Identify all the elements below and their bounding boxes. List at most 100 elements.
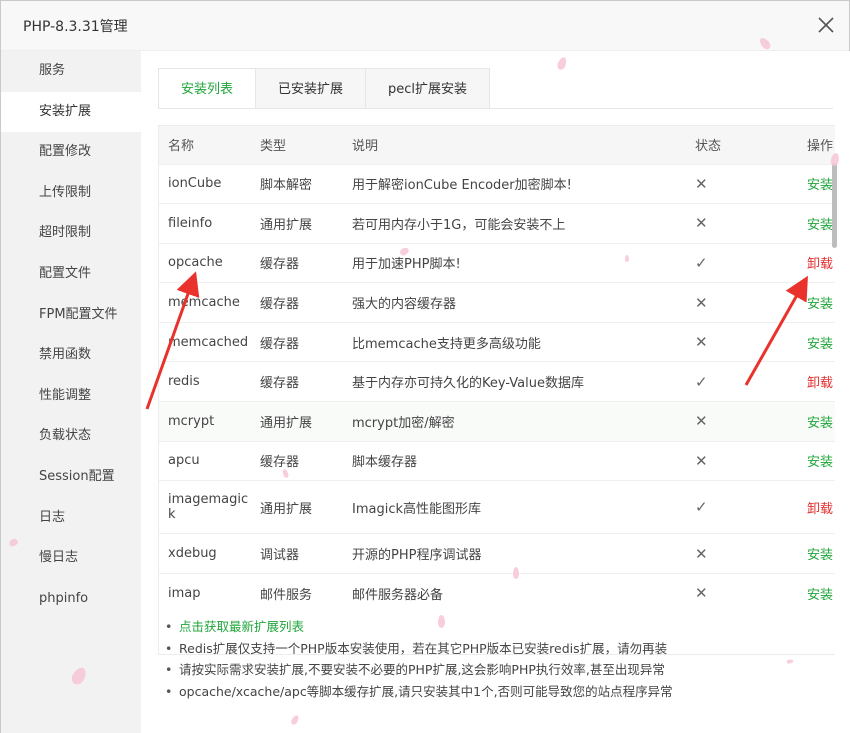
extension-table-container[interactable]: 名称 类型 说明 状态 操作 ionCube 脚本解密 用于解密ionCube … <box>158 125 835 655</box>
col-header-name: 名称 <box>168 139 195 155</box>
install-button[interactable]: 安装 <box>807 548 833 563</box>
ext-type: 邮件服务 <box>260 587 313 603</box>
table-row: memcached 缓存器 比memcache支持更多高级功能 ✕ 安装 <box>159 322 835 362</box>
table-row: mcrypt 通用扩展 mcrypt加密/解密 ✕ 安装 <box>159 401 835 442</box>
ext-name: opcache <box>168 255 223 271</box>
ext-name: mcrypt <box>168 413 215 429</box>
table-row: imap 邮件服务 邮件服务器必备 ✕ 安装 <box>159 573 835 613</box>
check-icon: ✓ <box>695 372 708 391</box>
table-scrollbar[interactable] <box>832 163 837 248</box>
sidebar-item-config-edit[interactable]: 配置修改 <box>1 132 141 173</box>
ext-desc: Imagick高性能图形库 <box>352 501 482 517</box>
install-button[interactable]: 安装 <box>807 297 833 312</box>
install-button[interactable]: 安装 <box>807 218 833 233</box>
main-panel: 安装列表 已安装扩展 pecl扩展安装 名称 类型 说明 状态 操作 ionCu… <box>141 51 850 733</box>
ext-desc: 脚本缓存器 <box>352 455 418 471</box>
table-row: opcache 缓存器 用于加速PHP脚本! ✓ 卸载 <box>159 243 835 283</box>
ext-name: imap <box>168 585 201 601</box>
close-icon[interactable] <box>815 14 837 36</box>
cross-icon: ✕ <box>695 293 708 312</box>
check-icon: ✓ <box>695 253 708 272</box>
ext-desc: mcrypt加密/解密 <box>352 415 455 431</box>
sidebar-item-install-extensions[interactable]: 安装扩展 <box>1 91 141 133</box>
note-item: Redis扩展仅支持一个PHP版本安装使用，若在其它PHP版本已安装redis扩… <box>161 638 831 660</box>
table-header-row: 名称 类型 说明 状态 操作 <box>159 126 835 164</box>
note-item: opcache/xcache/apc等脚本缓存扩展,请只安装其中1个,否则可能导… <box>161 681 831 703</box>
cross-icon: ✕ <box>695 584 708 603</box>
tab-install-list[interactable]: 安装列表 <box>158 68 257 109</box>
col-header-status: 状态 <box>695 139 722 155</box>
ext-name: xdebug <box>168 546 217 562</box>
install-button[interactable]: 安装 <box>807 178 833 193</box>
ext-desc: 用于解密ionCube Encoder加密脚本! <box>352 178 572 194</box>
ext-name: redis <box>168 374 200 390</box>
table-row: fileinfo 通用扩展 若可用内存小于1G，可能会安装不上 ✕ 安装 <box>159 203 835 244</box>
install-button[interactable]: 安装 <box>807 588 833 603</box>
ext-name: fileinfo <box>168 215 213 231</box>
sidebar-item-phpinfo[interactable]: phpinfo <box>1 579 141 620</box>
sidebar-item-config-file[interactable]: 配置文件 <box>1 254 141 295</box>
ext-type: 缓存器 <box>260 455 300 471</box>
check-icon: ✓ <box>695 498 708 517</box>
refresh-extension-list-link[interactable]: 点击获取最新扩展列表 <box>161 616 831 638</box>
table-row: apcu 缓存器 脚本缓存器 ✕ 安装 <box>159 441 835 481</box>
sidebar-item-slow-log[interactable]: 慢日志 <box>1 538 141 579</box>
ext-desc: 邮件服务器必备 <box>352 587 444 603</box>
notes-list: 点击获取最新扩展列表 Redis扩展仅支持一个PHP版本安装使用，若在其它PHP… <box>161 616 831 702</box>
extension-table: 名称 类型 说明 状态 操作 ionCube 脚本解密 用于解密ionCube … <box>159 126 835 613</box>
ext-type: 通用扩展 <box>260 501 313 517</box>
ext-type: 调试器 <box>260 548 300 564</box>
petal-decoration <box>625 255 629 262</box>
dialog-titlebar: PHP-8.3.31管理 <box>1 1 849 51</box>
ext-desc: 用于加速PHP脚本! <box>352 257 461 273</box>
sidebar-item-fpm-config[interactable]: FPM配置文件 <box>1 295 141 336</box>
petal-decoration <box>513 567 519 579</box>
sidebar-item-timeout-limit[interactable]: 超时限制 <box>1 213 141 254</box>
install-button[interactable]: 安装 <box>807 416 833 431</box>
table-row: ionCube 脚本解密 用于解密ionCube Encoder加密脚本! ✕ … <box>159 164 835 204</box>
uninstall-button[interactable]: 卸载 <box>807 376 833 391</box>
table-row: xdebug 调试器 开源的PHP程序调试器 ✕ 安装 <box>159 533 835 574</box>
uninstall-button[interactable]: 卸载 <box>807 257 833 272</box>
ext-desc: 若可用内存小于1G，可能会安装不上 <box>352 217 566 233</box>
sidebar-item-service[interactable]: 服务 <box>1 51 141 92</box>
sidebar-item-performance[interactable]: 性能调整 <box>1 376 141 417</box>
ext-desc: 比memcache支持更多高级功能 <box>352 336 541 352</box>
sidebar-item-upload-limit[interactable]: 上传限制 <box>1 173 141 214</box>
ext-name: ionCube <box>168 176 222 192</box>
ext-name: apcu <box>168 453 200 469</box>
cross-icon: ✕ <box>695 174 708 193</box>
ext-type: 缓存器 <box>260 376 300 392</box>
ext-type: 缓存器 <box>260 257 300 273</box>
sidebar: 服务 安装扩展 配置修改 上传限制 超时限制 配置文件 FPM配置文件 禁用函数… <box>1 51 141 733</box>
cross-icon: ✕ <box>695 451 708 470</box>
install-button[interactable]: 安装 <box>807 455 833 470</box>
sidebar-item-load-status[interactable]: 负载状态 <box>1 416 141 457</box>
ext-type: 缓存器 <box>260 336 300 352</box>
table-row: imagemagick 通用扩展 Imagick高性能图形库 ✓ 卸载 <box>159 480 835 534</box>
install-button[interactable]: 安装 <box>807 337 833 352</box>
uninstall-button[interactable]: 卸载 <box>807 502 833 517</box>
tab-divider <box>158 108 833 109</box>
ext-type: 缓存器 <box>260 297 300 313</box>
petal-decoration <box>438 615 445 628</box>
sidebar-item-log[interactable]: 日志 <box>1 498 141 539</box>
tab-pecl-install[interactable]: pecl扩展安装 <box>366 68 491 109</box>
table-row: redis 缓存器 基于内存亦可持久化的Key-Value数据库 ✓ 卸载 <box>159 361 835 402</box>
cross-icon: ✕ <box>695 333 708 352</box>
ext-name: memcache <box>168 295 240 311</box>
cross-icon: ✕ <box>695 412 708 431</box>
dialog-title: PHP-8.3.31管理 <box>23 19 128 35</box>
tab-installed-extensions[interactable]: 已安装扩展 <box>256 68 367 109</box>
ext-name: imagemagick <box>168 492 249 523</box>
ext-type: 通用扩展 <box>260 415 313 431</box>
ext-desc: 强大的内容缓存器 <box>352 297 457 313</box>
sidebar-item-disabled-functions[interactable]: 禁用函数 <box>1 335 141 376</box>
cross-icon: ✕ <box>695 544 708 563</box>
cross-icon: ✕ <box>695 214 708 233</box>
tab-bar: 安装列表 已安装扩展 pecl扩展安装 <box>158 68 491 109</box>
sidebar-item-session-config[interactable]: Session配置 <box>1 457 141 498</box>
ext-type: 脚本解密 <box>260 178 313 194</box>
php-manager-dialog: PHP-8.3.31管理 服务 安装扩展 配置修改 上传限制 超时限制 配置文件… <box>0 0 850 733</box>
col-header-type: 类型 <box>260 139 287 155</box>
